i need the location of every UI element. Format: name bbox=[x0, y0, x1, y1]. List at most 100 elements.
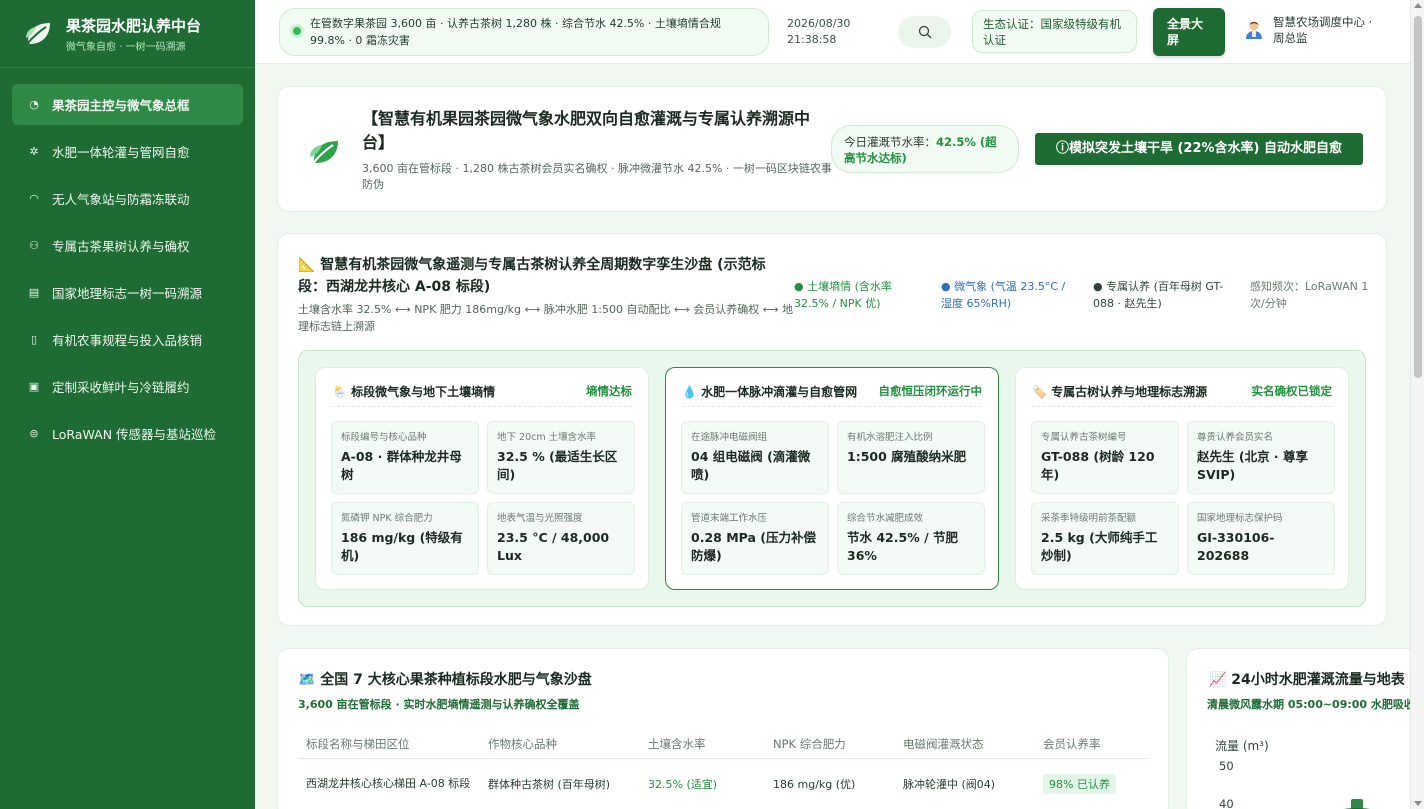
page-subtitle: 3,600 亩在管标段 · 1,280 株古茶树会员实名确权 · 脉冲微灌节水 … bbox=[362, 162, 832, 191]
column-header: 标段名称与梯田区位 bbox=[306, 736, 410, 751]
sidebar-item-traceability[interactable]: ▤ 国家地理标志一树一码溯源 bbox=[12, 272, 243, 313]
certification-badge: 生态认证：国家级特级有机认证 bbox=[972, 10, 1137, 53]
sidebar-item-label: 无人气象站与防霜冻联动 bbox=[52, 192, 190, 207]
fullscreen-button[interactable]: 全景大屏 bbox=[1153, 8, 1225, 56]
box-icon: ▣ bbox=[28, 379, 40, 393]
sidebar-item-label: 水肥一体轮灌与管网自愈 bbox=[52, 145, 190, 160]
status-badge: 实名确权已锁定 bbox=[1251, 384, 1333, 398]
book-icon: ▯ bbox=[30, 332, 38, 346]
sidebar-item-label: 专属古茶果树认养与确权 bbox=[52, 239, 190, 254]
brand-title: 果茶园水肥认养中台 bbox=[66, 16, 202, 35]
flow-chart-subtitle: 清晨微风露水期 05:00~09:00 水肥吸收 bbox=[1207, 698, 1415, 711]
panel-title: 🏷️ 专属古树认养与地理标志溯源 bbox=[1032, 385, 1208, 399]
y-axis-label: 流量 (m³) bbox=[1215, 739, 1269, 753]
panel-soil-weather: 🌦️ 标段微气象与地下土壤墒情 墒情达标 标段编号与核心品种 A-08 · 群体… bbox=[315, 367, 649, 590]
metric-cell: 采茶季特级明前茶配额 2.5 kg (大师纯手工炒制) bbox=[1031, 502, 1179, 575]
leaf-logo-icon bbox=[309, 141, 338, 168]
adoption-rate-badge: 98% 已认养 bbox=[1043, 774, 1116, 794]
sidebar-item-weather[interactable]: ◠ 无人气象站与防霜冻联动 bbox=[12, 178, 243, 219]
metric-value: 1:500 腐殖酸纳米肥 bbox=[847, 449, 967, 464]
metric-value: GI-330106-202688 bbox=[1197, 530, 1275, 563]
table-header: 标段名称与梯田区位 作物核心品种 土壤含水率 NPK 综合肥力 电磁阀灌溉状态 … bbox=[298, 729, 1148, 759]
twin-subtitle: 土壤含水率 32.5% ⟷ NPK 肥力 186mg/kg ⟷ 脉冲水肥 1:5… bbox=[298, 303, 794, 333]
metric-value: 04 组电磁阀 (滴灌微喷) bbox=[691, 449, 811, 482]
table-cell: 32.5% (适宜) bbox=[648, 778, 718, 791]
simulate-drought-button[interactable]: ⓘ模拟突发土壤干旱 (22%含水率) 自动水肥自愈 bbox=[1035, 133, 1363, 165]
zones-table: 标段名称与梯田区位 作物核心品种 土壤含水率 NPK 综合肥力 电磁阀灌溉状态 … bbox=[298, 729, 1148, 809]
page-title: 【智慧有机果园茶园微气象水肥双向自愈灌溉与专属认养溯源中台】 bbox=[362, 109, 811, 152]
clock-time: 21:38:58 bbox=[787, 33, 837, 46]
status-badge: 墒情达标 bbox=[586, 384, 632, 398]
sidebar-item-label: 国家地理标志一树一码溯源 bbox=[52, 286, 203, 301]
sidebar-item-irrigation[interactable]: ✲ 水肥一体轮灌与管网自愈 bbox=[12, 131, 243, 172]
sidebar-item-label: LoRaWAN 传感器与基站巡检 bbox=[52, 427, 217, 442]
table-cell: 脉冲轮灌中 (阀04) bbox=[903, 778, 996, 791]
sidebar-item-sensors[interactable]: ⊜ LoRaWAN 传感器与基站巡检 bbox=[12, 413, 243, 454]
y-tick-label: 50 bbox=[1219, 759, 1234, 773]
column-header: 作物核心品种 bbox=[488, 736, 557, 751]
metric-cell: 尊贵认养会员实名 赵先生 (北京 · 尊享SVIP) bbox=[1187, 421, 1335, 494]
table-row[interactable]: 西湖龙井核心核心梯田 A-08 标段 群体种古茶树 (百年母树) 32.5% (… bbox=[298, 759, 1148, 809]
metric-label: 地下 20cm 土壤含水率 bbox=[497, 432, 597, 443]
ticker-text: 在管数字果茶园 3,600 亩 · 认养古茶树 1,280 株 · 综合节水 4… bbox=[310, 17, 721, 47]
digital-twin-card: 📐 智慧有机茶园微气象遥测与专属古茶树认养全周期数字孪生沙盘 (示范标段：西湖龙… bbox=[277, 233, 1387, 626]
panel-header: 🌦️ 标段微气象与地下土壤墒情 墒情达标 bbox=[332, 383, 632, 407]
user-menu[interactable]: 智慧农场调度中心 · 周总监 bbox=[1243, 14, 1385, 46]
twin-sandbox: 🌦️ 标段微气象与地下土壤墒情 墒情达标 标段编号与核心品种 A-08 · 群体… bbox=[298, 350, 1366, 607]
sidebar: 果茶园水肥认养中台 微气象自愈 · 一树一码溯源 ◔ 果茶园主控与微气象总框 ✲… bbox=[0, 0, 255, 809]
metric-cell: 国家地理标志保护码 GI-330106-202688 bbox=[1187, 502, 1335, 575]
metric-cell: 专属认养古茶树编号 GT-088 (树龄 120年) bbox=[1031, 421, 1179, 494]
metric-cell: 地下 20cm 土壤含水率 32.5 % (最适生长区间) bbox=[487, 421, 635, 494]
column-header: 电磁阀灌溉状态 bbox=[903, 736, 984, 751]
metric-value: A-08 · 群体种龙井母树 bbox=[341, 449, 462, 482]
metric-value: 23.5 °C / 48,000 Lux bbox=[497, 530, 610, 563]
search-button[interactable] bbox=[898, 16, 951, 48]
scroll-thumb[interactable] bbox=[1414, 16, 1422, 378]
brand-subtitle: 微气象自愈 · 一树一码溯源 bbox=[66, 41, 186, 53]
clock: 2026/08/30 21:38:58 bbox=[787, 16, 850, 48]
sidebar-item-label: 定制采收鲜叶与冷链履约 bbox=[52, 380, 190, 395]
zones-title: 🗺️ 全国 7 大核心果茶种植标段水肥与气象沙盘 bbox=[298, 672, 592, 688]
status-ticker: 在管数字果茶园 3,600 亩 · 认养古茶树 1,280 株 · 综合节水 4… bbox=[279, 8, 769, 56]
clock-date: 2026/08/30 bbox=[787, 17, 851, 30]
hero-card: 【智慧有机果园茶园微气象水肥双向自愈灌溉与专属认养溯源中台】 3,600 亩在管… bbox=[277, 86, 1387, 212]
scroll-up-icon[interactable] bbox=[1414, 3, 1422, 8]
gear-icon: ✲ bbox=[29, 144, 39, 158]
metric-value: 节水 42.5% / 节肥 36% bbox=[847, 530, 958, 563]
metric-label: 采茶季特级明前茶配额 bbox=[1041, 513, 1137, 524]
metric-cell: 综合节水减肥成效 节水 42.5% / 节肥 36% bbox=[837, 502, 985, 575]
search-icon bbox=[918, 25, 931, 39]
metric-value: 0.28 MPa (压力补偿防爆) bbox=[691, 530, 816, 563]
legend-weather: ● 微气象 (气温 23.5°C / 湿度 65%RH) bbox=[941, 280, 1066, 310]
status-badge: 自愈恒压闭环运行中 bbox=[878, 384, 983, 398]
metric-label: 有机水溶肥注入比例 bbox=[847, 432, 933, 443]
user-icon: ⚇ bbox=[29, 238, 39, 252]
saving-rate-badge: 今日灌溉节水率：42.5% (超高节水达标) bbox=[831, 125, 1019, 173]
metric-cell: 在途脉冲电磁阀组 04 组电磁阀 (滴灌微喷) bbox=[681, 421, 829, 494]
metric-value: 186 mg/kg (特级有机) bbox=[341, 530, 463, 563]
panel-header: 🏷️ 专属古树认养与地理标志溯源 实名确权已锁定 bbox=[1032, 383, 1332, 407]
user-name: 智慧农场调度中心 · 周总监 bbox=[1273, 15, 1373, 45]
scroll-down-icon[interactable] bbox=[1414, 801, 1422, 806]
sidebar-item-adoption[interactable]: ⚇ 专属古茶果树认养与确权 bbox=[12, 225, 243, 266]
sidebar-item-harvest[interactable]: ▣ 定制采收鲜叶与冷链履约 bbox=[12, 366, 243, 407]
metric-value: 32.5 % (最适生长区间) bbox=[497, 449, 618, 482]
legend-frequency: 感知频次：LoRaWAN 1 次/分钟 bbox=[1250, 280, 1369, 310]
y-tick-label: 40 bbox=[1219, 797, 1234, 809]
page-scrollbar[interactable] bbox=[1410, 0, 1424, 809]
panel-header: 💧 水肥一体脉冲滴灌与自愈管网 自愈恒压闭环运行中 bbox=[682, 383, 982, 407]
panel-adoption-trace: 🏷️ 专属古树认养与地理标志溯源 实名确权已锁定 专属认养古茶树编号 GT-08… bbox=[1015, 367, 1349, 590]
table-cell: 186 mg/kg (优) bbox=[773, 778, 856, 791]
sidebar-item-farming[interactable]: ▯ 有机农事规程与投入品核销 bbox=[12, 319, 243, 360]
leaf-logo-icon bbox=[24, 22, 50, 47]
signal-icon: ⊜ bbox=[29, 426, 39, 440]
sidebar-item-dashboard[interactable]: ◔ 果茶园主控与微气象总框 bbox=[12, 84, 243, 125]
flow-chart-card: 📈 24小时水肥灌溉流量与地表 清晨微风露水期 05:00~09:00 水肥吸收… bbox=[1186, 648, 1424, 809]
sidebar-item-label: 果茶园主控与微气象总框 bbox=[52, 98, 190, 113]
live-dot-icon bbox=[293, 27, 301, 35]
metric-label: 尊贵认养会员实名 bbox=[1197, 432, 1274, 443]
metric-cell: 标段编号与核心品种 A-08 · 群体种龙井母树 bbox=[331, 421, 479, 494]
table-cell: 群体种古茶树 (百年母树) bbox=[488, 778, 611, 791]
metric-cell: 地表气温与光照强度 23.5 °C / 48,000 Lux bbox=[487, 502, 635, 575]
metric-value: GT-088 (树龄 120年) bbox=[1041, 449, 1155, 482]
